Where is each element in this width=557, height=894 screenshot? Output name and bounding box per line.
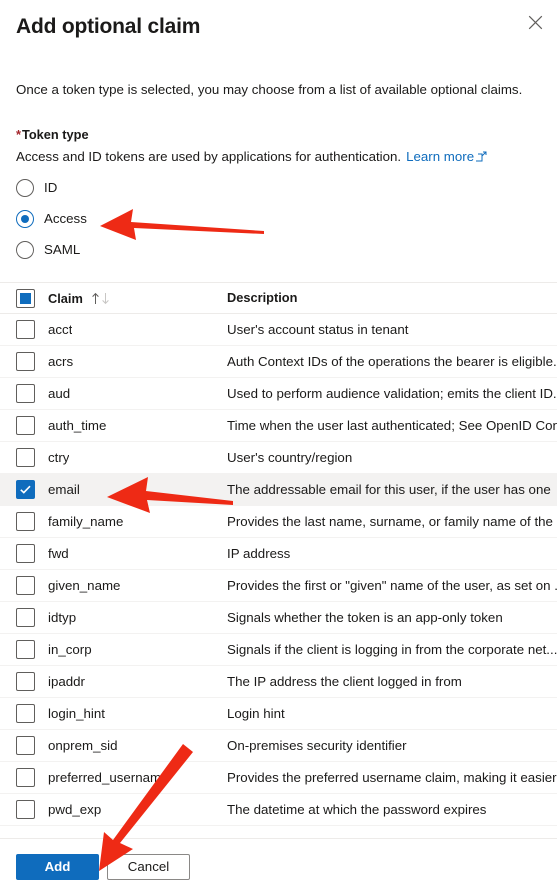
claim-name: preferred_username <box>48 770 169 785</box>
claim-description: Used to perform audience validation; emi… <box>227 385 557 401</box>
claim-name: given_name <box>48 578 121 593</box>
claim-name: ctry <box>48 450 70 465</box>
table-row[interactable]: ipaddr The IP address the client logged i… <box>0 666 557 698</box>
table-row[interactable]: family_name Provides the last name, surna… <box>0 506 557 538</box>
add-button[interactable]: Add <box>16 853 99 880</box>
radio-label-saml: SAML <box>44 242 81 257</box>
claim-name: ipaddr <box>48 674 85 689</box>
row-checkbox[interactable] <box>16 704 35 723</box>
row-checkbox[interactable] <box>16 320 35 339</box>
token-type-section: *Token type Access and ID tokens are use… <box>0 126 557 263</box>
claim-name: acct <box>48 322 73 337</box>
claim-description: Time when the user last authenticated; S… <box>227 417 557 433</box>
token-type-label-text: Token type <box>21 127 89 142</box>
claim-name: onprem_sid <box>48 738 118 753</box>
learn-more-link[interactable]: Learn more <box>406 149 487 164</box>
add-optional-claim-panel: Add optional claim Once a token type is … <box>0 0 557 894</box>
select-all-checkbox[interactable] <box>16 288 35 308</box>
sort-arrows-icon[interactable] <box>91 292 110 305</box>
radio-option-saml[interactable]: SAML <box>16 237 541 263</box>
table-row[interactable]: onprem_sid On-premises security identifie… <box>0 730 557 762</box>
table-row[interactable]: idtyp Signals whether the token is an app… <box>0 602 557 634</box>
cancel-button[interactable]: Cancel <box>107 853 190 880</box>
table-row[interactable]: acct User's account status in tenant <box>0 314 557 346</box>
table-row[interactable]: login_hint Login hint <box>0 698 557 730</box>
page-title: Add optional claim <box>16 15 201 38</box>
table-row[interactable]: in_corp Signals if the client is logging … <box>0 634 557 666</box>
panel-footer: Add Cancel <box>0 838 557 894</box>
claim-description: The addressable email for this user, if … <box>227 481 551 497</box>
close-icon[interactable] <box>520 7 550 37</box>
claim-description: On-premises security identifier <box>227 737 407 753</box>
claim-description: Auth Context IDs of the operations the b… <box>227 353 557 369</box>
claim-description: Provides the first or "given" name of th… <box>227 577 557 593</box>
claim-name: family_name <box>48 514 124 529</box>
row-checkbox[interactable] <box>16 800 35 819</box>
table-row[interactable]: aud Used to perform audience validation; … <box>0 378 557 410</box>
external-link-icon <box>474 149 487 167</box>
table-header-row: Claim Description <box>0 283 557 314</box>
panel-description: Once a token type is selected, you may c… <box>16 82 523 97</box>
row-checkbox[interactable] <box>16 672 35 691</box>
claim-description: Login hint <box>227 705 285 721</box>
radio-option-id[interactable]: ID <box>16 175 541 201</box>
claim-description: The IP address the client logged in from <box>227 673 462 689</box>
row-checkbox[interactable] <box>16 768 35 787</box>
table-row[interactable]: email The addressable email for this user… <box>0 474 557 506</box>
radio-circle-icon <box>16 179 34 197</box>
panel-header: Add optional claim <box>0 0 557 46</box>
row-checkbox[interactable] <box>16 576 35 595</box>
radio-option-access[interactable]: Access <box>16 206 541 232</box>
token-type-description: Access and ID tokens are used by applica… <box>16 148 541 167</box>
row-checkbox[interactable] <box>16 352 35 371</box>
learn-more-label: Learn more <box>406 149 475 164</box>
claim-description: User's account status in tenant <box>227 321 409 337</box>
token-type-radio-group[interactable]: ID Access SAML <box>16 175 541 263</box>
row-checkbox[interactable] <box>16 736 35 755</box>
claim-description: IP address <box>227 545 291 561</box>
token-type-description-text: Access and ID tokens are used by applica… <box>16 149 402 164</box>
claim-description: User's country/region <box>227 449 353 465</box>
claim-name: aud <box>48 386 71 401</box>
column-header-description: Description <box>227 290 298 305</box>
claim-description: Provides the preferred username claim, m… <box>227 769 557 785</box>
required-marker: * <box>16 127 21 142</box>
table-row[interactable]: given_name Provides the first or "given" … <box>0 570 557 602</box>
claim-description: The datetime at which the password expir… <box>227 801 487 817</box>
claim-description: Signals if the client is logging in from… <box>227 641 557 657</box>
table-row[interactable]: fwd IP address <box>0 538 557 570</box>
row-checkbox[interactable] <box>16 416 35 435</box>
claim-name: auth_time <box>48 418 107 433</box>
table-body: acct User's account status in tenant acrs A… <box>0 314 557 826</box>
radio-label-id: ID <box>44 180 58 195</box>
claim-name: acrs <box>48 354 74 369</box>
row-checkbox[interactable] <box>16 544 35 563</box>
claim-name: pwd_exp <box>48 802 102 817</box>
claim-name: email <box>48 482 80 497</box>
claims-table: Claim Description acct User's account sta… <box>0 282 557 826</box>
radio-circle-selected-icon <box>16 210 34 228</box>
row-checkbox[interactable] <box>16 448 35 467</box>
column-header-claim[interactable]: Claim <box>48 291 83 306</box>
claim-name: login_hint <box>48 706 105 721</box>
row-checkbox[interactable] <box>16 640 35 659</box>
table-row[interactable]: preferred_username Provides the preferred… <box>0 762 557 794</box>
claim-name: fwd <box>48 546 69 561</box>
row-checkbox-checked[interactable] <box>16 480 35 499</box>
radio-label-access: Access <box>44 211 87 226</box>
row-checkbox[interactable] <box>16 512 35 531</box>
claim-name: in_corp <box>48 642 92 657</box>
claim-name: idtyp <box>48 610 77 625</box>
radio-circle-icon <box>16 241 34 259</box>
token-type-label: *Token type <box>16 126 541 143</box>
table-row[interactable]: pwd_exp The datetime at which the passwor… <box>0 794 557 826</box>
table-row[interactable]: auth_time Time when the user last authent… <box>0 410 557 442</box>
row-checkbox[interactable] <box>16 608 35 627</box>
claim-description: Provides the last name, surname, or fami… <box>227 513 557 529</box>
table-row[interactable]: acrs Auth Context IDs of the operations t… <box>0 346 557 378</box>
claim-description: Signals whether the token is an app-only… <box>227 609 503 625</box>
table-row[interactable]: ctry User's country/region <box>0 442 557 474</box>
row-checkbox[interactable] <box>16 384 35 403</box>
